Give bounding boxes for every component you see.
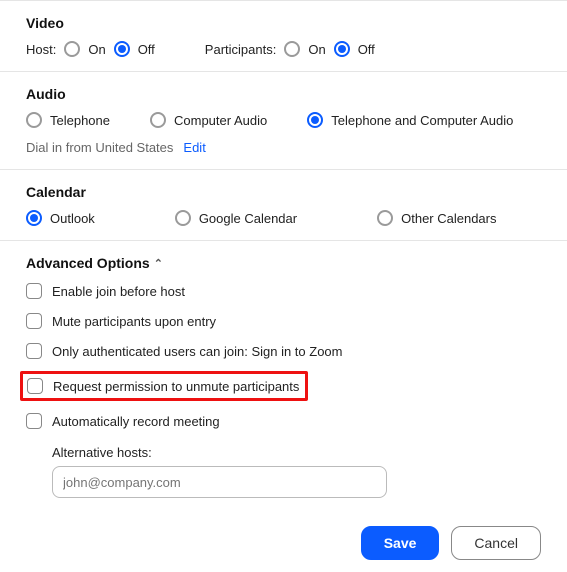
enable-join-checkbox[interactable] — [26, 283, 42, 299]
participants-video-group: Participants: On Off — [205, 41, 375, 57]
alt-host-input[interactable] — [52, 466, 387, 498]
computer-audio-label: Computer Audio — [174, 113, 267, 128]
other-cal-radio[interactable] — [377, 210, 393, 226]
host-off-label: Off — [138, 42, 155, 57]
audio-section: Audio Telephone Computer Audio Telephone… — [0, 72, 567, 170]
computer-audio-radio[interactable] — [150, 112, 166, 128]
participants-label: Participants: — [205, 42, 277, 57]
auth-only-checkbox[interactable] — [26, 343, 42, 359]
both-audio-radio[interactable] — [307, 112, 323, 128]
advanced-section: Advanced Options ⌃ Enable join before ho… — [0, 241, 567, 506]
auth-only-option[interactable]: Only authenticated users can join: Sign … — [26, 341, 541, 361]
video-title: Video — [26, 15, 541, 31]
request-unmute-option[interactable]: Request permission to unmute participant… — [20, 371, 308, 401]
calendar-other-option[interactable]: Other Calendars — [377, 210, 496, 226]
google-radio[interactable] — [175, 210, 191, 226]
audio-title: Audio — [26, 86, 541, 102]
enable-join-option[interactable]: Enable join before host — [26, 281, 541, 301]
both-audio-label: Telephone and Computer Audio — [331, 113, 513, 128]
outlook-radio[interactable] — [26, 210, 42, 226]
google-label: Google Calendar — [199, 211, 297, 226]
participants-on-radio[interactable] — [284, 41, 300, 57]
auto-record-option[interactable]: Automatically record meeting — [26, 411, 541, 431]
footer: Save Cancel — [0, 506, 567, 572]
host-on-label: On — [88, 42, 105, 57]
auto-record-checkbox[interactable] — [26, 413, 42, 429]
calendar-google-option[interactable]: Google Calendar — [175, 210, 297, 226]
auth-only-label: Only authenticated users can join: Sign … — [52, 344, 343, 359]
audio-computer-option[interactable]: Computer Audio — [150, 112, 267, 128]
auto-record-label: Automatically record meeting — [52, 414, 220, 429]
advanced-title-row[interactable]: Advanced Options ⌃ — [26, 255, 541, 271]
participants-on-label: On — [308, 42, 325, 57]
edit-dial-link[interactable]: Edit — [183, 140, 205, 155]
audio-both-option[interactable]: Telephone and Computer Audio — [307, 112, 513, 128]
outlook-label: Outlook — [50, 211, 95, 226]
host-video-group: Host: On Off — [26, 41, 155, 57]
advanced-options-list: Enable join before host Mute participant… — [26, 281, 541, 498]
host-off-radio[interactable] — [114, 41, 130, 57]
request-unmute-checkbox[interactable] — [27, 378, 43, 394]
save-button[interactable]: Save — [361, 526, 440, 560]
participants-off-label: Off — [358, 42, 375, 57]
calendar-title: Calendar — [26, 184, 541, 200]
host-label: Host: — [26, 42, 56, 57]
chevron-up-icon: ⌃ — [154, 257, 163, 270]
dial-in-text: Dial in from United States — [26, 140, 173, 155]
enable-join-label: Enable join before host — [52, 284, 185, 299]
cancel-button[interactable]: Cancel — [451, 526, 541, 560]
request-unmute-label: Request permission to unmute participant… — [53, 379, 299, 394]
audio-telephone-option[interactable]: Telephone — [26, 112, 110, 128]
telephone-radio[interactable] — [26, 112, 42, 128]
video-section: Video Host: On Off Participants: On Off — [0, 0, 567, 72]
telephone-label: Telephone — [50, 113, 110, 128]
mute-entry-option[interactable]: Mute participants upon entry — [26, 311, 541, 331]
participants-off-radio[interactable] — [334, 41, 350, 57]
mute-entry-label: Mute participants upon entry — [52, 314, 216, 329]
other-cal-label: Other Calendars — [401, 211, 496, 226]
calendar-outlook-option[interactable]: Outlook — [26, 210, 95, 226]
mute-entry-checkbox[interactable] — [26, 313, 42, 329]
advanced-title: Advanced Options — [26, 255, 150, 271]
alt-host-block: Alternative hosts: — [52, 445, 541, 498]
host-on-radio[interactable] — [64, 41, 80, 57]
calendar-section: Calendar Outlook Google Calendar Other C… — [0, 170, 567, 241]
alt-host-label: Alternative hosts: — [52, 445, 541, 460]
